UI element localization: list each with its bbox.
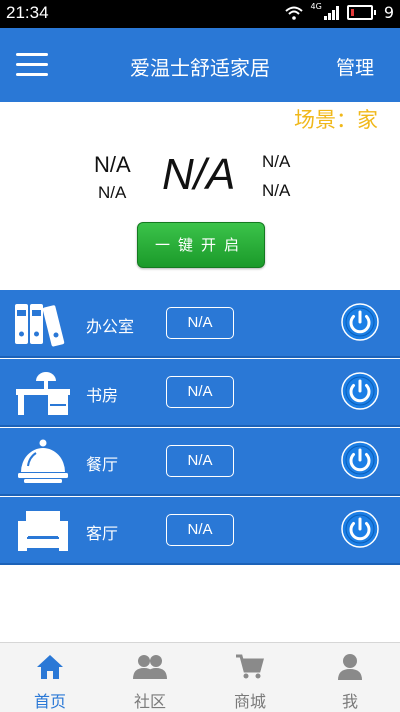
power-icon[interactable]	[341, 510, 379, 548]
room-row-study[interactable]: 书房 N/A	[0, 359, 400, 427]
tab-label: 社区	[133, 692, 166, 711]
power-icon[interactable]	[341, 372, 379, 410]
app-header: 爱温士舒适家居 管理	[0, 28, 400, 102]
readout-right-bottom: N/A	[262, 181, 291, 200]
readout-left-bottom: N/A	[98, 183, 127, 202]
sofa-icon	[18, 511, 68, 551]
power-icon[interactable]	[341, 303, 379, 341]
room-name: 办公室	[86, 317, 135, 336]
manage-button[interactable]: 管理	[336, 53, 374, 80]
one-key-start-button[interactable]: 一键开启	[137, 222, 265, 268]
sensor-readout: N/A N/A N/A N/A N/A	[0, 150, 400, 210]
user-icon	[338, 654, 362, 680]
binders-icon	[15, 304, 65, 347]
cart-icon	[236, 654, 264, 679]
tab-label: 商城	[233, 692, 266, 711]
scene-label[interactable]: 场景：家	[294, 104, 378, 134]
readout-left-top: N/A	[94, 152, 131, 177]
dish-cover-icon	[18, 439, 68, 483]
battery-level: 9	[383, 3, 394, 22]
room-value: N/A	[166, 445, 234, 477]
room-value: N/A	[166, 307, 234, 339]
network-type: 4G	[310, 2, 322, 11]
signal-icon	[323, 5, 339, 20]
status-bar: 21:34 4G 9	[0, 0, 400, 28]
room-row-dining[interactable]: 餐厅 N/A	[0, 428, 400, 496]
tab-community[interactable]: 社区	[100, 643, 200, 712]
room-value: N/A	[166, 376, 234, 408]
people-icon	[133, 655, 167, 679]
bottom-nav: 首页 社区 商城 我	[0, 642, 400, 712]
power-icon[interactable]	[341, 441, 379, 479]
room-name: 书房	[86, 386, 119, 405]
readout-right-top: N/A	[262, 152, 291, 171]
room-value: N/A	[166, 514, 234, 546]
room-name: 客厅	[86, 524, 119, 543]
wifi-icon	[284, 6, 303, 20]
tab-me[interactable]: 我	[300, 643, 400, 712]
home-icon	[37, 655, 63, 679]
tab-home[interactable]: 首页	[0, 643, 100, 712]
tab-shop[interactable]: 商城	[200, 643, 300, 712]
desk-lamp-icon	[16, 372, 70, 415]
readout-center: N/A	[162, 150, 236, 199]
room-name: 餐厅	[86, 455, 119, 474]
status-time: 21:34	[6, 3, 49, 22]
battery-icon	[346, 5, 373, 20]
room-row-office[interactable]: 办公室 N/A	[0, 290, 400, 358]
room-row-living[interactable]: 客厅 N/A	[0, 497, 400, 565]
tab-label: 首页	[33, 692, 66, 711]
status-icons: 4G 9	[284, 2, 394, 22]
tab-label: 我	[341, 692, 358, 711]
